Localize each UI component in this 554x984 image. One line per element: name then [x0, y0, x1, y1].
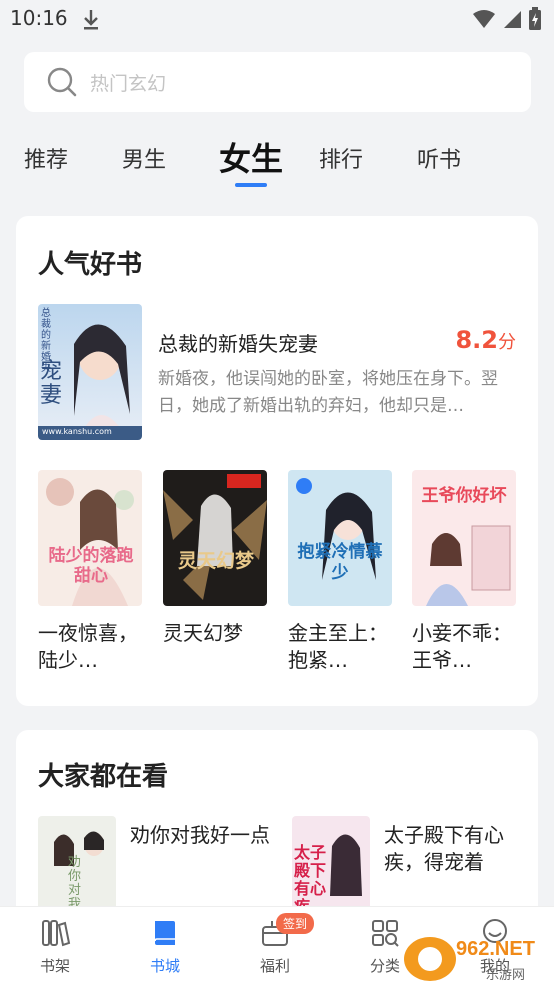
- cover-title-text: 陆少的落跑甜心: [48, 546, 134, 586]
- active-tab-indicator: [235, 183, 267, 187]
- featured-book-title[interactable]: 总裁的新婚失宠妻: [158, 328, 318, 357]
- tab-female[interactable]: 女生: [219, 134, 283, 180]
- watermark-text: 962.NET: [456, 938, 535, 960]
- book-cover-2[interactable]: 灵天幻梦: [163, 470, 267, 606]
- section-title: 人气好书: [38, 250, 143, 280]
- watermark-subtext: 乐游网: [486, 968, 526, 983]
- book-title-3[interactable]: 金主至上：抱紧…: [288, 620, 398, 674]
- featured-book-cover[interactable]: 总裁的新婚失 宠妻 www.kanshu.com: [38, 304, 142, 440]
- book-title-4[interactable]: 小妾不乖：王爷…: [412, 620, 522, 674]
- book-cover-3[interactable]: 抱紧冷情慕少: [288, 470, 392, 606]
- bookshelf-icon: [42, 920, 71, 947]
- tab-male[interactable]: 男生: [122, 142, 166, 174]
- search-icon: [47, 67, 77, 97]
- section-title: 大家都在看: [38, 762, 169, 792]
- battery-icon: [529, 7, 541, 30]
- nav-label: 书架: [39, 957, 70, 975]
- tab-ranking[interactable]: 排行: [319, 142, 363, 174]
- book-cover-4[interactable]: 王爷你好坏: [412, 470, 516, 606]
- trending-book-title-2[interactable]: 太子殿下有心疾，得宠着: [384, 822, 529, 876]
- trending-section: 大家都在看 劝你对我好一点 劝你对我好一点 太子殿下有心疾 太子殿下有心疾，得宠…: [16, 730, 538, 930]
- nav-label: 书城: [149, 957, 180, 975]
- book-icon: [154, 921, 175, 945]
- status-bar: 10:16: [0, 0, 554, 40]
- score-value: 8.2: [455, 326, 498, 354]
- category-tabs: 推荐 男生 女生 排行 听书: [0, 130, 554, 190]
- wifi-icon: [473, 10, 495, 28]
- book-title-1[interactable]: 一夜惊喜，陆少…: [38, 620, 148, 674]
- status-time: 10:16: [10, 6, 68, 30]
- featured-book-description: 新婚夜，他误闯她的卧室，将她压在身下。翌日，她成了新婚出轨的弃妇，他却只是…: [158, 369, 498, 416]
- cover-title-text: 抱紧冷情慕少: [297, 542, 383, 583]
- cover-title-text: 王爷你好坏: [421, 486, 507, 506]
- system-icons: [472, 7, 542, 31]
- score-unit: 分: [498, 332, 516, 353]
- nav-rewards[interactable]: 签到 福利: [220, 907, 330, 984]
- cover-site-text: www.kanshu.com: [42, 427, 112, 436]
- signal-icon: [504, 11, 521, 28]
- nav-bookstore[interactable]: 书城: [110, 907, 220, 984]
- grid-icon: [372, 920, 399, 947]
- sign-in-badge[interactable]: 签到: [276, 913, 315, 934]
- book-cover-1[interactable]: 陆少的落跑甜心: [38, 470, 142, 606]
- cover-title-text: 灵天幻梦: [177, 550, 254, 572]
- nav-label: 福利: [259, 957, 290, 975]
- book-title-2[interactable]: 灵天幻梦: [163, 620, 273, 674]
- watermark-logo: 962.NET 乐游网: [400, 934, 550, 984]
- tab-recommend[interactable]: 推荐: [24, 142, 68, 174]
- trending-book-title-1[interactable]: 劝你对我好一点: [130, 822, 275, 849]
- search-placeholder: 热门玄幻: [90, 72, 167, 95]
- featured-book-score: 8.2分: [455, 326, 516, 354]
- tab-audiobooks[interactable]: 听书: [417, 142, 461, 174]
- search-bar[interactable]: 热门玄幻: [24, 52, 531, 112]
- nav-bookshelf[interactable]: 书架: [0, 907, 110, 984]
- popular-section: 人气好书 总裁的新婚失 宠妻 www.kanshu.com 总裁的新婚失宠妻 8…: [16, 216, 538, 706]
- cover-title-text: 宠妻: [40, 359, 63, 408]
- download-icon: [84, 10, 98, 30]
